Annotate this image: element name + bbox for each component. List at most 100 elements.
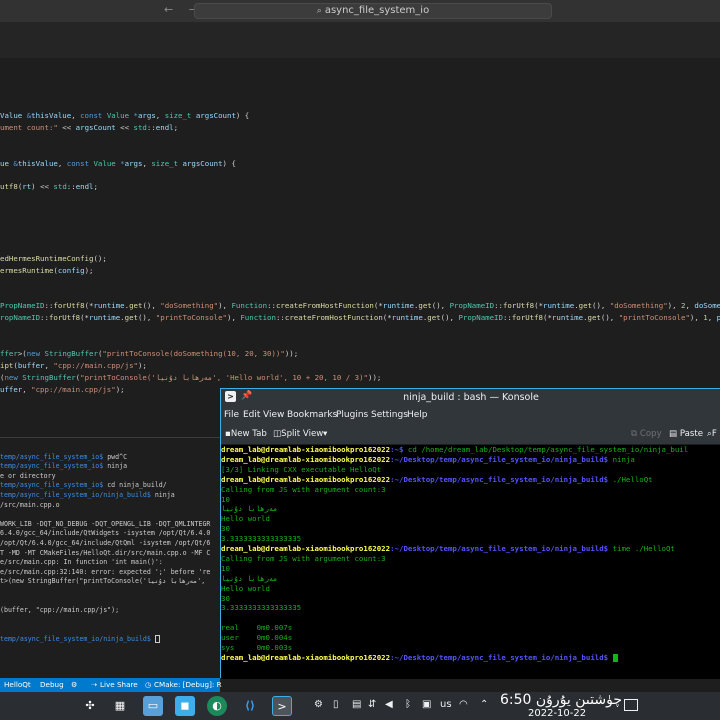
konsole-line: 30 bbox=[221, 594, 230, 604]
clock-time[interactable]: 6:50 چۈشتىن يۇرۇن bbox=[500, 692, 622, 708]
code-editor[interactable]: Value &thisValue, const Value *args, siz… bbox=[0, 82, 720, 437]
code-line: ipt(buffer, "cpp://main.cpp/js"); bbox=[0, 360, 147, 372]
clipboard-icon[interactable]: ▤ bbox=[352, 699, 361, 710]
terminal-line: T -MD -MT CMakeFiles/HelloQt.dir/src/mai… bbox=[0, 548, 210, 558]
code-token: rt bbox=[22, 182, 32, 192]
code-token: endl bbox=[155, 122, 174, 132]
menu-file[interactable]: File bbox=[224, 410, 239, 420]
terminal-line: temp/async_file_system_io/ninja_build$ bbox=[0, 634, 160, 644]
code-line: (new StringBuffer("printToConsole('مەرھا… bbox=[0, 372, 381, 384]
code-token: (), bbox=[137, 313, 156, 323]
code-token: :: bbox=[502, 313, 512, 323]
copy-icon: ⧉ bbox=[631, 429, 640, 439]
terminal-cursor bbox=[154, 635, 160, 643]
code-token: , bbox=[707, 313, 717, 323]
code-token: "printToConsole(doSomething(10, 20, 30))… bbox=[102, 349, 285, 358]
code-token: ), bbox=[689, 313, 704, 323]
konsole-line: dream_lab@dreamlab-xiaomibookpro162022:~… bbox=[221, 445, 688, 455]
copy-button[interactable]: ⧉ Copy bbox=[631, 429, 662, 439]
code-token: >( bbox=[17, 349, 27, 358]
battery-icon[interactable]: ▯ bbox=[333, 699, 339, 710]
terminal-line: WORK_LIB -DQT_NO_DEBUG -DQT_OPENGL_LIB -… bbox=[0, 519, 210, 529]
konsole-terminal[interactable]: dream_lab@dreamlab-xiaomibookpro162022:~… bbox=[221, 445, 720, 679]
output-text: Hello world bbox=[221, 583, 270, 593]
code-token: ipt bbox=[0, 360, 14, 370]
output-text: 3.3333333333333335 bbox=[221, 603, 302, 613]
settings-icon[interactable]: ⚙ bbox=[314, 699, 323, 710]
status-target[interactable]: HelloQt bbox=[4, 680, 31, 689]
split-view-dropdown-icon[interactable]: ▾ bbox=[323, 429, 327, 439]
konsole-line: dream_lab@dreamlab-xiaomibookpro162022:~… bbox=[221, 455, 635, 465]
konsole-line: مەرھابا دۇنيا bbox=[221, 504, 277, 514]
output-text: Hello world bbox=[221, 514, 270, 524]
code-token: (* bbox=[534, 301, 544, 311]
output-text: ninja bbox=[608, 454, 635, 464]
find-button[interactable]: ⌕F bbox=[707, 429, 717, 439]
code-token: :: bbox=[66, 182, 76, 192]
konsole-task-icon[interactable]: > bbox=[272, 696, 292, 716]
menu-help[interactable]: Help bbox=[407, 410, 428, 420]
show-desktop-icon[interactable] bbox=[624, 699, 638, 711]
code-token: runtime bbox=[551, 313, 584, 323]
code-token: )); bbox=[284, 349, 299, 358]
code-token: ffer bbox=[0, 349, 18, 358]
lock-icon[interactable]: ▣ bbox=[422, 699, 431, 710]
network-icon[interactable]: ⇵ bbox=[368, 699, 376, 710]
code-token: forUtf8 bbox=[48, 313, 81, 323]
split-view-button[interactable]: ◫Split View bbox=[273, 429, 323, 439]
menu-plugins[interactable]: Plugins bbox=[336, 410, 368, 420]
vscode-icon[interactable]: ⟨⟩ bbox=[240, 696, 260, 716]
code-line: utf8(rt) << std::endl; bbox=[0, 181, 98, 193]
wifi-icon[interactable]: ◠ bbox=[459, 699, 468, 710]
code-token: (), bbox=[431, 301, 450, 311]
new-tab-button[interactable]: ▪New Tab bbox=[225, 429, 267, 439]
prompt-user: dream_lab@dreamlab-xiaomibookpro162022 bbox=[221, 652, 391, 662]
terminal-text: ninja bbox=[103, 462, 128, 471]
code-token: size_t bbox=[151, 158, 179, 168]
volume-icon[interactable]: ◀ bbox=[385, 699, 393, 710]
code-token: "doSomething" bbox=[160, 301, 219, 311]
command-center-search[interactable]: ⌕ async_file_system_io bbox=[194, 3, 552, 19]
paste-button[interactable]: ▤ Paste bbox=[669, 429, 703, 439]
code-token: get bbox=[124, 313, 138, 323]
konsole-window[interactable]: > 📌 ninja_build : bash — Konsole File Ed… bbox=[220, 388, 720, 679]
output-text: cd /home/dream_lab/Desktop/temp/async_fi… bbox=[403, 445, 689, 454]
code-token: (), bbox=[142, 301, 161, 311]
code-token: "cpp://main.cpp/js" bbox=[31, 384, 116, 394]
terminal-text: cd ninja_build/ bbox=[103, 481, 167, 490]
status-build-type[interactable]: Debug bbox=[40, 680, 64, 689]
terminal-text: pwd^C bbox=[103, 452, 128, 461]
status-live-share[interactable]: Live Share bbox=[100, 680, 138, 689]
search-text: async_file_system_io bbox=[324, 5, 430, 16]
vscode-terminal-panel[interactable]: temp/async_file_system_io$ pwd^C temp/asy… bbox=[0, 437, 220, 678]
clock-date[interactable]: 2022-10-22 bbox=[528, 708, 586, 719]
discover-store-icon[interactable]: ◼ bbox=[175, 696, 195, 716]
edge-browser-icon[interactable]: ◐ bbox=[207, 696, 227, 716]
code-token: , bbox=[142, 158, 152, 168]
terminal-prompt: temp/async_file_system_io$ bbox=[0, 452, 104, 461]
code-line: ffer>(new StringBuffer("printToConsole(d… bbox=[0, 348, 298, 360]
code-token: thisValue bbox=[17, 158, 58, 168]
menu-view[interactable]: View bbox=[263, 410, 284, 420]
tray-expand-icon[interactable]: ⌃ bbox=[480, 699, 488, 710]
keyboard-layout[interactable]: us bbox=[440, 699, 452, 710]
code-token: , bbox=[71, 111, 81, 120]
terminal-line: e/src/main.cpp: In function 'int main()'… bbox=[0, 557, 163, 567]
code-token: ument count:" bbox=[0, 122, 58, 132]
menu-bookmarks[interactable]: Bookmarks bbox=[287, 410, 337, 420]
konsole-line: 10 bbox=[221, 495, 230, 505]
output-text: 30 bbox=[221, 593, 230, 603]
terminal-line: temp/async_file_system_io/ninja_build$ n… bbox=[0, 490, 175, 500]
status-cmake[interactable]: CMake: [Debug]: R bbox=[154, 680, 222, 689]
pager-icon[interactable]: ▦ bbox=[110, 696, 130, 716]
output-text: user 0m0.004s bbox=[221, 633, 293, 643]
terminal-line: 6.4.0/gcc_64/include/QtWidgets -isystem … bbox=[0, 528, 210, 538]
menu-settings[interactable]: Settings bbox=[371, 410, 408, 420]
dolphin-files-icon[interactable]: ▭ bbox=[143, 696, 163, 716]
bluetooth-icon[interactable]: ᛒ bbox=[405, 699, 411, 710]
menu-edit[interactable]: Edit bbox=[243, 410, 260, 420]
status-bug-icon[interactable]: ⚙ bbox=[71, 680, 77, 689]
app-launcher-icon[interactable]: ✣ bbox=[80, 696, 100, 716]
terminal-text: T -MD -MT CMakeFiles/HelloQt.dir/src/mai… bbox=[0, 548, 211, 557]
konsole-titlebar[interactable]: > 📌 ninja_build : bash — Konsole bbox=[221, 389, 720, 407]
